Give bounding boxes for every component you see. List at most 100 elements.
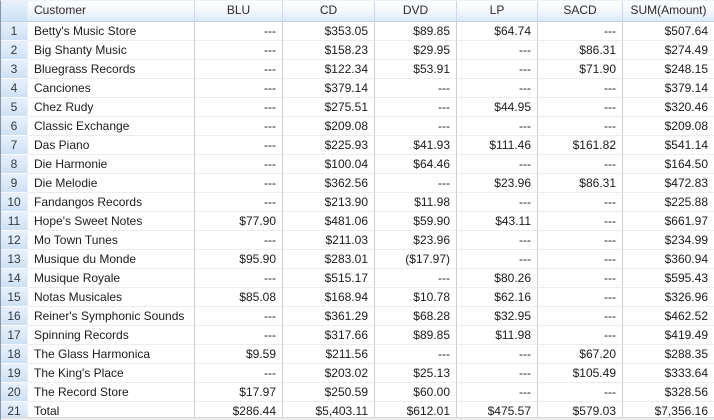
amount-cell[interactable]: --- <box>195 231 283 250</box>
amount-cell[interactable]: $361.29 <box>283 307 375 326</box>
amount-cell[interactable]: --- <box>375 174 457 193</box>
table-row[interactable]: 20 The Record Store $17.97 $250.59 $60.00 ---… <box>1 383 714 402</box>
customer-cell[interactable]: Das Piano <box>28 136 195 155</box>
amount-cell[interactable]: $86.31 <box>538 41 623 60</box>
amount-cell[interactable]: --- <box>457 79 538 98</box>
amount-cell[interactable]: --- <box>195 117 283 136</box>
table-row[interactable]: 6 Classic Exchange --- $209.08 --- --- --- $209… <box>1 117 714 136</box>
amount-cell[interactable]: --- <box>538 250 623 269</box>
customer-cell[interactable]: Canciones <box>28 79 195 98</box>
amount-cell[interactable]: $111.46 <box>457 136 538 155</box>
amount-cell[interactable]: --- <box>457 155 538 174</box>
amount-cell[interactable]: --- <box>457 41 538 60</box>
row-number-cell[interactable]: 17 <box>1 326 28 345</box>
table-row[interactable]: 9 Die Melodie --- $362.56 --- $23.96 $86.31 $47… <box>1 174 714 193</box>
table-row[interactable]: 14 Musique Royale --- $515.17 --- $80.26 --- $5… <box>1 269 714 288</box>
amount-cell[interactable]: --- <box>195 41 283 60</box>
amount-cell[interactable]: $77.90 <box>195 212 283 231</box>
amount-cell[interactable]: --- <box>538 193 623 212</box>
amount-cell[interactable]: $71.90 <box>538 60 623 79</box>
amount-cell[interactable]: --- <box>457 231 538 250</box>
amount-cell[interactable]: --- <box>538 117 623 136</box>
amount-cell[interactable]: --- <box>538 326 623 345</box>
amount-cell[interactable]: $158.23 <box>283 41 375 60</box>
amount-cell[interactable]: $60.00 <box>375 383 457 402</box>
amount-cell[interactable]: --- <box>457 383 538 402</box>
amount-cell[interactable]: $53.91 <box>375 60 457 79</box>
table-row[interactable]: 13 Musique du Monde $95.90 $283.01 ($17.97) -… <box>1 250 714 269</box>
amount-cell[interactable]: $515.17 <box>283 269 375 288</box>
table-row[interactable]: 1 Betty's Music Store --- $353.05 $89.85 $64.… <box>1 22 714 41</box>
amount-cell[interactable]: $168.94 <box>283 288 375 307</box>
table-row[interactable]: 5 Chez Rudy --- $275.51 --- $44.95 --- $320.46 <box>1 98 714 117</box>
amount-cell[interactable]: --- <box>195 269 283 288</box>
customer-cell[interactable]: Die Melodie <box>28 174 195 193</box>
row-number-cell[interactable]: 5 <box>1 98 28 117</box>
row-number-cell[interactable]: 9 <box>1 174 28 193</box>
row-number-cell[interactable]: 19 <box>1 364 28 383</box>
amount-cell[interactable]: --- <box>457 345 538 364</box>
amount-cell[interactable]: --- <box>195 307 283 326</box>
customer-cell[interactable]: Classic Exchange <box>28 117 195 136</box>
amount-cell[interactable]: $161.82 <box>538 136 623 155</box>
amount-cell[interactable]: --- <box>195 155 283 174</box>
column-header-sacd[interactable]: SACD <box>538 1 623 21</box>
amount-cell[interactable]: $353.05 <box>283 22 375 41</box>
amount-cell[interactable]: --- <box>538 288 623 307</box>
customer-cell[interactable]: The Glass Harmonica <box>28 345 195 364</box>
amount-cell[interactable]: $379.14 <box>283 79 375 98</box>
amount-cell[interactable]: $234.99 <box>623 231 714 250</box>
row-number-cell[interactable]: 8 <box>1 155 28 174</box>
amount-cell[interactable]: $225.88 <box>623 193 714 212</box>
amount-cell[interactable]: $462.52 <box>623 307 714 326</box>
amount-cell[interactable]: $595.43 <box>623 269 714 288</box>
row-number-cell[interactable]: 15 <box>1 288 28 307</box>
amount-cell[interactable]: $164.50 <box>623 155 714 174</box>
amount-cell[interactable]: --- <box>195 326 283 345</box>
customer-cell[interactable]: Die Harmonie <box>28 155 195 174</box>
column-header-blu[interactable]: BLU <box>195 1 283 21</box>
amount-cell[interactable]: $85.08 <box>195 288 283 307</box>
amount-cell[interactable]: --- <box>195 174 283 193</box>
amount-cell[interactable]: $275.51 <box>283 98 375 117</box>
customer-cell[interactable]: Chez Rudy <box>28 98 195 117</box>
amount-cell[interactable]: --- <box>195 79 283 98</box>
row-number-cell[interactable]: 1 <box>1 22 28 41</box>
amount-cell[interactable]: $10.78 <box>375 288 457 307</box>
amount-cell[interactable]: $419.49 <box>623 326 714 345</box>
amount-cell[interactable]: $328.56 <box>623 383 714 402</box>
row-number-cell[interactable]: 13 <box>1 250 28 269</box>
amount-cell[interactable]: $209.08 <box>623 117 714 136</box>
amount-cell[interactable]: $213.90 <box>283 193 375 212</box>
amount-cell[interactable]: $288.35 <box>623 345 714 364</box>
amount-cell[interactable]: $80.26 <box>457 269 538 288</box>
amount-cell[interactable]: $29.95 <box>375 41 457 60</box>
table-row[interactable]: 2 Big Shanty Music --- $158.23 $29.95 --- $86.… <box>1 41 714 60</box>
table-row[interactable]: 7 Das Piano --- $225.93 $41.93 $111.46 $161.82… <box>1 136 714 155</box>
amount-cell[interactable]: $100.04 <box>283 155 375 174</box>
amount-cell[interactable]: $17.97 <box>195 383 283 402</box>
amount-cell[interactable]: --- <box>457 364 538 383</box>
amount-cell[interactable]: --- <box>195 136 283 155</box>
row-number-cell[interactable]: 6 <box>1 117 28 136</box>
amount-cell[interactable]: $507.64 <box>623 22 714 41</box>
column-header-lp[interactable]: LP <box>457 1 538 21</box>
amount-cell[interactable]: $333.64 <box>623 364 714 383</box>
amount-cell[interactable]: $362.56 <box>283 174 375 193</box>
amount-cell[interactable]: $25.13 <box>375 364 457 383</box>
row-number-cell[interactable]: 7 <box>1 136 28 155</box>
amount-cell[interactable]: $64.74 <box>457 22 538 41</box>
amount-cell[interactable]: $23.96 <box>457 174 538 193</box>
amount-cell[interactable]: --- <box>195 193 283 212</box>
amount-cell[interactable]: --- <box>375 269 457 288</box>
row-number-cell[interactable]: 18 <box>1 345 28 364</box>
table-row[interactable]: 12 Mo Town Tunes --- $211.03 $23.96 --- --- $23… <box>1 231 714 250</box>
amount-cell[interactable]: $379.14 <box>623 79 714 98</box>
amount-cell[interactable]: $41.93 <box>375 136 457 155</box>
row-number-cell[interactable]: 16 <box>1 307 28 326</box>
amount-cell[interactable]: --- <box>195 22 283 41</box>
amount-cell[interactable]: $62.16 <box>457 288 538 307</box>
amount-cell[interactable]: $203.02 <box>283 364 375 383</box>
amount-cell[interactable]: --- <box>538 212 623 231</box>
row-number-cell[interactable]: 12 <box>1 231 28 250</box>
